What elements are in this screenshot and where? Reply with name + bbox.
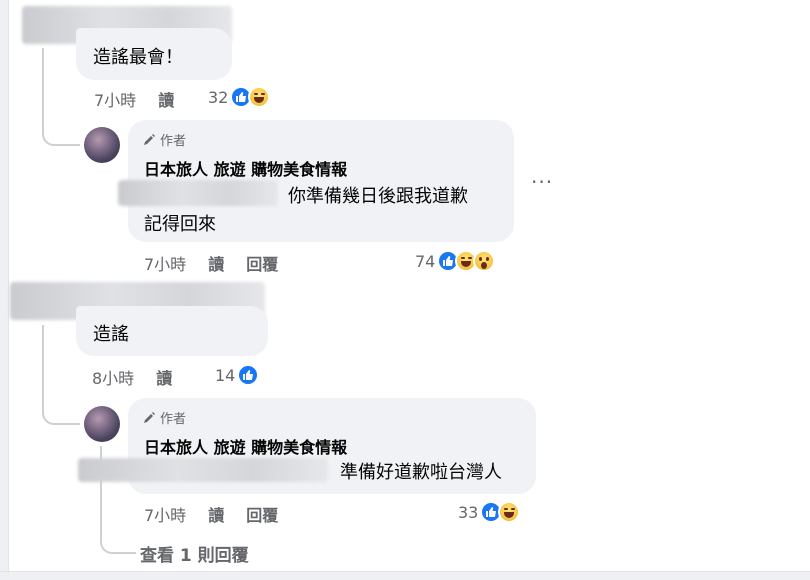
like-action-button[interactable]: 讀: [208, 502, 224, 526]
reply-bubble: 作者 日本旅人 旅遊 購物美食情報 你準備幾日後跟我道歉 記得回來: [118, 120, 514, 242]
reaction-summary[interactable]: 33: [458, 501, 521, 523]
comment-timestamp[interactable]: 7小時: [94, 87, 136, 111]
comment-bubble: 造謠: [76, 306, 268, 356]
reply-text-line1: 你準備幾日後跟我道歉: [288, 186, 468, 207]
reaction-count: 14: [215, 365, 236, 385]
author-name[interactable]: 日本旅人 旅遊 購物美食情報: [144, 156, 347, 180]
comment-bubble: 造謠最會！: [76, 28, 232, 80]
author-badge: 作者: [142, 130, 186, 149]
like-action-button[interactable]: 讀: [156, 365, 172, 389]
view-replies-link[interactable]: 查看 1 則回覆: [140, 541, 249, 566]
comment-actions: 7小時 讀: [94, 88, 174, 110]
like-action-button[interactable]: 讀: [158, 87, 174, 111]
author-name[interactable]: 日本旅人 旅遊 購物美食情報: [144, 434, 347, 458]
haha-icon: [498, 501, 521, 523]
reply-actions: 7小時 讀 回覆: [144, 503, 278, 525]
window-left-edge: [0, 0, 9, 579]
reply-action-button[interactable]: 回覆: [246, 502, 278, 526]
author-badge-label: 作者: [160, 134, 187, 149]
author-avatar[interactable]: [84, 127, 120, 163]
comment-actions: 8小時 讀: [92, 366, 172, 388]
reaction-summary[interactable]: 74: [415, 250, 496, 272]
pencil-icon: [144, 133, 155, 145]
reaction-summary[interactable]: 14: [215, 364, 260, 386]
reply-actions: 7小時 讀 回覆: [144, 252, 278, 274]
like-action-button[interactable]: 讀: [208, 251, 224, 275]
reaction-count: 32: [208, 87, 229, 107]
comment-text: 造謠最會！: [93, 47, 183, 68]
author-badge-label: 作者: [160, 412, 187, 427]
reply-bubble: 作者 日本旅人 旅遊 購物美食情報 準備好道歉啦台灣人: [78, 398, 536, 494]
redacted-mention: [118, 180, 278, 206]
wow-icon: [473, 250, 496, 272]
more-options-icon[interactable]: ···: [531, 170, 553, 194]
reaction-summary[interactable]: 32: [208, 86, 271, 108]
reply-text-line2: 記得回來: [144, 214, 216, 235]
comment-timestamp[interactable]: 8小時: [92, 365, 134, 389]
comment-text: 造謠: [93, 324, 129, 345]
haha-icon: [248, 86, 271, 108]
thread-connector: [100, 446, 136, 554]
reaction-count: 74: [415, 251, 436, 271]
reaction-count: 33: [458, 502, 479, 522]
reply-timestamp[interactable]: 7小時: [144, 251, 186, 275]
reply-action-button[interactable]: 回覆: [246, 251, 278, 275]
reply-text-line1: 準備好道歉啦台灣人: [340, 462, 502, 483]
thread-connector: [42, 325, 80, 425]
like-icon: [237, 364, 260, 386]
reply-timestamp[interactable]: 7小時: [144, 502, 186, 526]
author-badge: 作者: [142, 408, 186, 427]
author-avatar[interactable]: [84, 406, 120, 442]
pencil-icon: [144, 411, 155, 423]
thread-connector: [42, 48, 80, 146]
